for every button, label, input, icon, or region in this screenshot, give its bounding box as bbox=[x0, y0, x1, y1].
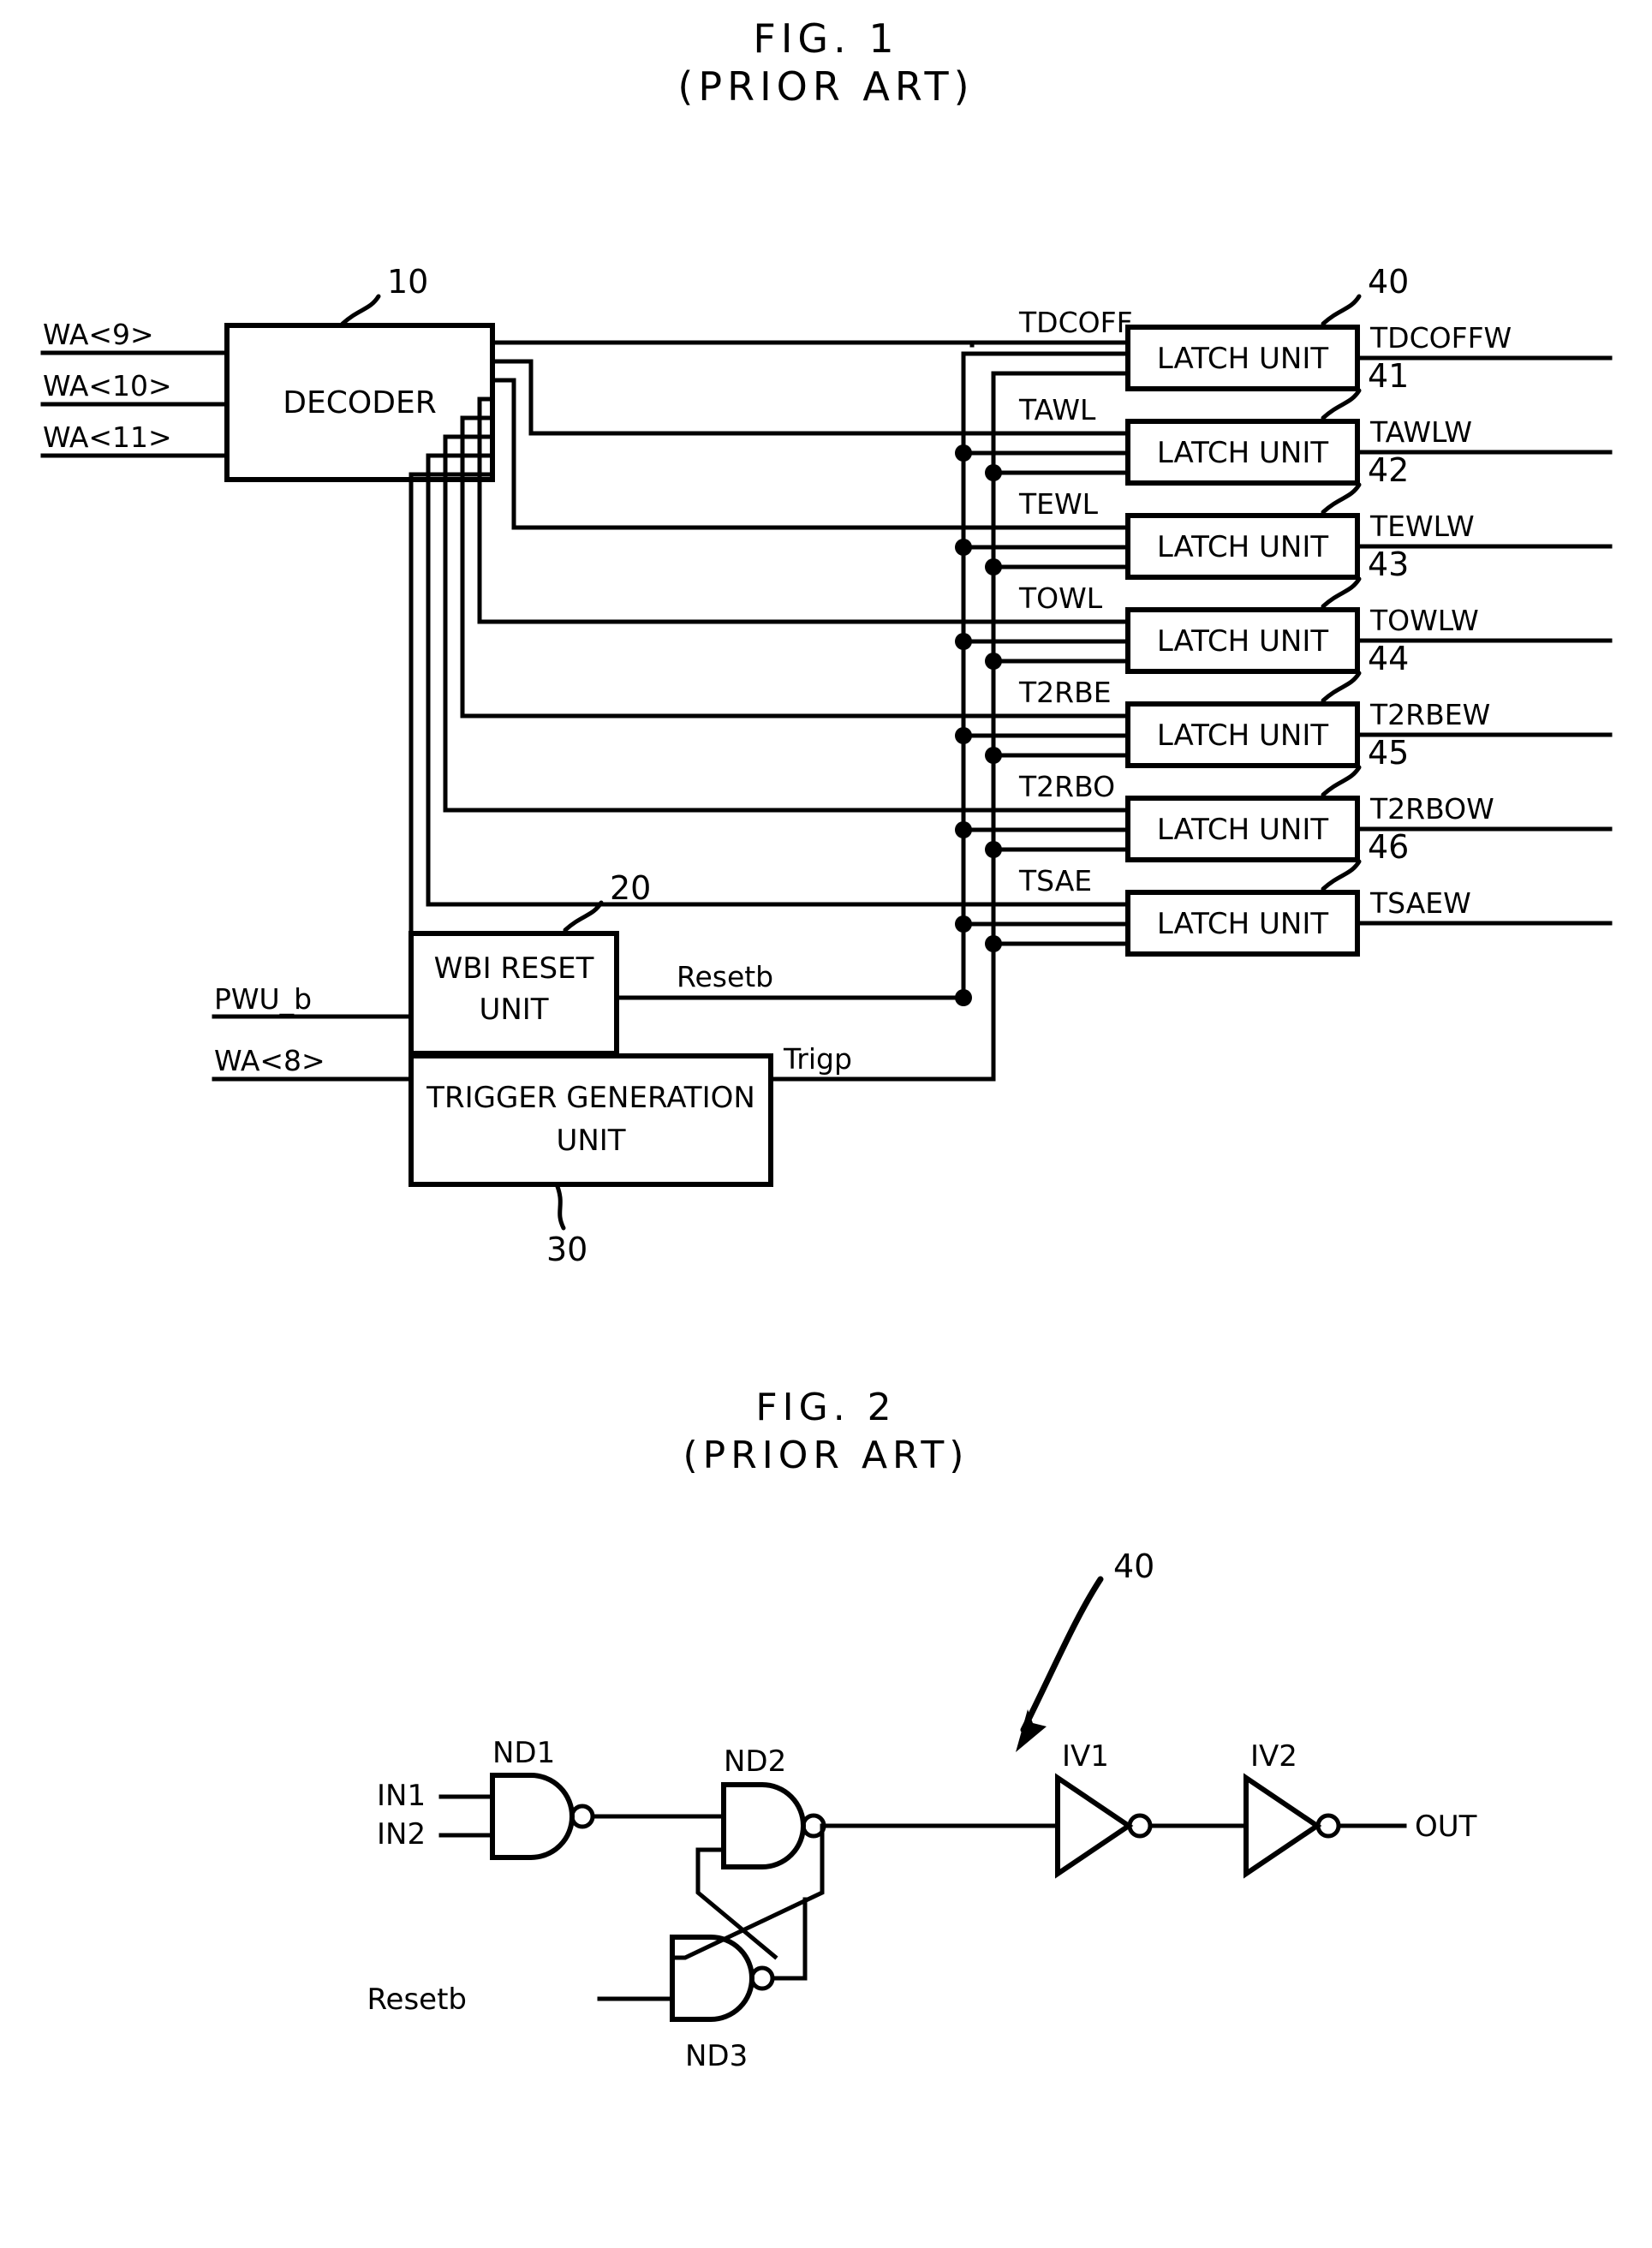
label-tewlw: TEWLW bbox=[1369, 510, 1475, 543]
latch-label-40: LATCH UNIT bbox=[1157, 342, 1329, 376]
label-tsae: TSAE bbox=[1018, 864, 1092, 897]
label-t2rbo: T2RBO bbox=[1018, 770, 1115, 803]
fig1-diagram: WA<9> WA<10> WA<11> DECODER 10 TDCOFF TA… bbox=[40, 263, 1613, 1268]
latch-label-45: LATCH UNIT bbox=[1157, 813, 1329, 847]
trigger-generation-unit-box bbox=[409, 1053, 773, 1187]
wire-tawl bbox=[490, 359, 966, 436]
wire-tdcoff bbox=[490, 340, 975, 348]
label-in2: IN2 bbox=[377, 1817, 426, 1851]
label-pwu-b: PWU_b bbox=[214, 982, 312, 1016]
wire-tsae bbox=[426, 453, 966, 907]
latch-label-42: LATCH UNIT bbox=[1157, 530, 1329, 564]
label-tdcoff: TDCOFF bbox=[1018, 306, 1133, 339]
fig2-diagram: IN1 IN2 ND1 ND2 ND3 IV1 IV2 Resetb OUT 4… bbox=[367, 1547, 1476, 2073]
leader-41 bbox=[1321, 388, 1362, 420]
label-t2rbe: T2RBE bbox=[1018, 676, 1112, 709]
leader-10 bbox=[340, 294, 381, 326]
trigger-label-line1: TRIGGER GENERATION bbox=[426, 1081, 755, 1115]
latch-label-44: LATCH UNIT bbox=[1157, 719, 1329, 753]
label-decoder: DECODER bbox=[283, 385, 436, 420]
leader-45 bbox=[1321, 765, 1362, 797]
label-wa8: WA<8> bbox=[214, 1044, 325, 1077]
label-tawlw: TAWLW bbox=[1369, 415, 1472, 449]
leader-44 bbox=[1321, 671, 1362, 703]
fig1-title-line2: (PRIOR ART) bbox=[677, 63, 975, 110]
label-wa11: WA<11> bbox=[43, 420, 172, 454]
wbi-label-line2: UNIT bbox=[479, 993, 548, 1027]
ref-10: 10 bbox=[387, 263, 428, 301]
label-iv1: IV1 bbox=[1062, 1739, 1109, 1774]
ref-43: 43 bbox=[1368, 546, 1409, 583]
latch-label-43: LATCH UNIT bbox=[1157, 624, 1329, 659]
label-nd2: ND2 bbox=[724, 1744, 786, 1779]
ref-30: 30 bbox=[546, 1231, 587, 1268]
patent-drawing-sheet: FIG. 1 (PRIOR ART) WA<9> WA<10> WA<11> D… bbox=[0, 0, 1652, 2248]
fig2-title-line1: FIG. 2 bbox=[755, 1386, 897, 1429]
nand-bubble-nd1 bbox=[570, 1804, 595, 1829]
wire-nd3-out-riser bbox=[770, 1897, 808, 1981]
leader-30 bbox=[554, 1182, 566, 1231]
label-wa10: WA<10> bbox=[43, 369, 172, 402]
nand-gate-nd1 bbox=[490, 1773, 575, 1860]
trigger-label-line2: UNIT bbox=[556, 1124, 625, 1158]
latch-label-46: LATCH UNIT bbox=[1157, 907, 1329, 941]
label-resetb-fig2: Resetb bbox=[367, 1983, 467, 2017]
fig1-title-line1: FIG. 1 bbox=[753, 15, 899, 62]
label-tdcoffw: TDCOFFW bbox=[1369, 321, 1512, 355]
label-tewl: TEWL bbox=[1018, 487, 1099, 521]
label-trigp: Trigp bbox=[783, 1042, 852, 1076]
ref-41: 41 bbox=[1368, 357, 1409, 395]
ref-44: 44 bbox=[1368, 640, 1409, 677]
label-nd1: ND1 bbox=[492, 1736, 555, 1770]
ref-42: 42 bbox=[1368, 451, 1409, 489]
leader-arrow-40 bbox=[1020, 1576, 1104, 1733]
nand-bubble-nd3 bbox=[749, 1965, 775, 1991]
nand-gate-nd3 bbox=[670, 1935, 754, 2022]
label-in1: IN1 bbox=[377, 1779, 426, 1813]
label-nd3: ND3 bbox=[685, 2039, 748, 2073]
inverter-iv1 bbox=[1055, 1773, 1134, 1879]
ref-46: 46 bbox=[1368, 828, 1409, 866]
leader-42 bbox=[1321, 482, 1362, 515]
ref-20: 20 bbox=[610, 869, 651, 907]
label-towlw: TOWLW bbox=[1369, 604, 1479, 637]
label-t2rbow: T2RBOW bbox=[1369, 792, 1494, 826]
fig2-text-layer: IN1 IN2 ND1 ND2 ND3 IV1 IV2 Resetb OUT 4… bbox=[367, 1547, 1476, 2073]
latch-label-41: LATCH UNIT bbox=[1157, 436, 1329, 470]
label-out: OUT bbox=[1415, 1810, 1477, 1844]
label-iv2: IV2 bbox=[1250, 1739, 1297, 1774]
leader-43 bbox=[1321, 576, 1362, 609]
nand-gate-nd2 bbox=[721, 1782, 806, 1869]
ref-40-fig2: 40 bbox=[1113, 1547, 1154, 1585]
wire-t2rbe bbox=[460, 415, 966, 719]
wire-tewl bbox=[490, 378, 966, 530]
ref-45: 45 bbox=[1368, 734, 1409, 772]
ref-40: 40 bbox=[1368, 263, 1409, 301]
label-resetb: Resetb bbox=[677, 960, 773, 993]
fig2-reference-arrow bbox=[1016, 1576, 1104, 1752]
label-towl: TOWL bbox=[1018, 581, 1103, 615]
label-tawl: TAWL bbox=[1018, 393, 1096, 426]
label-tsaew: TSAEW bbox=[1369, 886, 1471, 920]
wbi-label-line1: WBI RESET bbox=[434, 951, 594, 986]
fig2-title-line2: (PRIOR ART) bbox=[683, 1434, 969, 1477]
inverter-iv2 bbox=[1243, 1773, 1322, 1879]
leader-46 bbox=[1321, 859, 1362, 891]
label-t2rbew: T2RBEW bbox=[1369, 698, 1490, 731]
label-wa9: WA<9> bbox=[43, 318, 154, 351]
leader-20 bbox=[563, 900, 604, 933]
leader-40 bbox=[1321, 294, 1362, 326]
